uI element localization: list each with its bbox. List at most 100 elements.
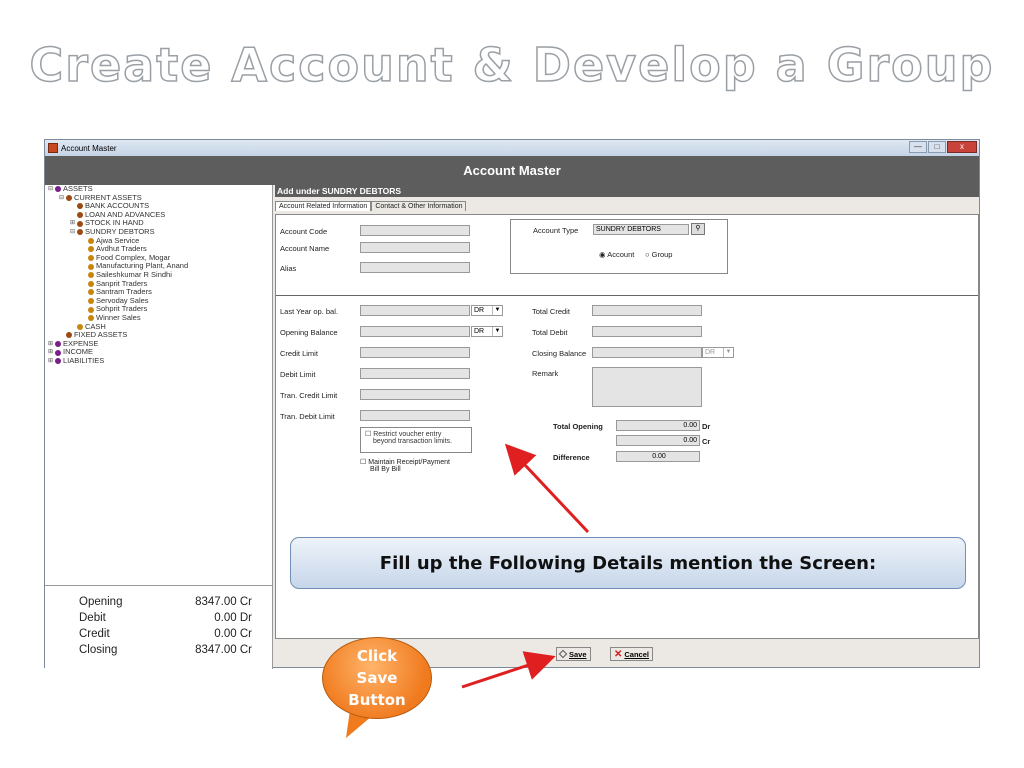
tree-item[interactable]: Saileshkumar R Sindhi	[45, 270, 272, 280]
folder-icon	[88, 298, 94, 305]
chevron-down-icon: ▼	[492, 306, 502, 315]
tree-item[interactable]: Sanprit Traders	[45, 279, 272, 289]
folder-icon	[88, 246, 94, 253]
debit-limit-label: Debit Limit	[280, 370, 316, 379]
opening-balance-input[interactable]	[360, 326, 470, 337]
remark-textarea[interactable]	[592, 367, 702, 407]
radio-account[interactable]: ◉ Account	[599, 250, 634, 259]
total-opening-dr-suffix: Dr	[702, 422, 711, 431]
save-button[interactable]: Save	[556, 647, 591, 661]
tree-item[interactable]: Winner Sales	[45, 313, 272, 323]
tree-item[interactable]: Santram Traders	[45, 288, 272, 297]
account-type-label: Account Type	[533, 226, 579, 235]
account-code-input[interactable]	[360, 225, 470, 236]
main-area: Add under SUNDRY DEBTORS Account Related…	[275, 185, 979, 639]
balance-summary: Opening 8347.00 Cr Debit 0.00 Dr Credit 0.0…	[45, 585, 273, 669]
minimize-button[interactable]: —	[909, 141, 927, 153]
radio-group-label: Group	[651, 250, 673, 259]
opening-drcr-value: DR	[474, 328, 485, 335]
folder-icon	[88, 272, 94, 279]
tran-debit-limit-label: Tran. Debit Limit	[280, 412, 335, 421]
maintain-bill-checkbox[interactable]: ☐ Maintain Receipt/Payment Bill By Bill	[360, 458, 450, 473]
folder-icon	[88, 237, 94, 244]
tree-item[interactable]: Ajwa Service	[45, 236, 272, 246]
alias-label: Alias	[280, 264, 297, 273]
tree-item[interactable]: LOAN AND ADVANCES	[45, 210, 272, 220]
opening-value: 8347.00 Cr	[195, 596, 252, 608]
tree-expander-icon[interactable]: ⊞	[48, 357, 54, 366]
radio-group[interactable]: ○ Group	[645, 250, 672, 259]
folder-icon	[88, 315, 94, 322]
closing-drcr-select[interactable]: DR ▼	[702, 347, 734, 358]
last-year-op-bal-input[interactable]	[360, 305, 470, 316]
tree-item-label: LIABILITIES	[63, 355, 105, 365]
tree-item[interactable]: Sohprit Traders	[45, 305, 272, 314]
account-name-input[interactable]	[360, 242, 470, 253]
closing-value: 8347.00 Cr	[195, 644, 252, 656]
closing-drcr-value: DR	[705, 349, 716, 356]
total-debit-label: Total Debit	[532, 328, 568, 337]
restrict-line1: Restrict voucher entry	[373, 431, 442, 438]
folder-icon	[55, 186, 61, 193]
folder-icon	[77, 203, 83, 210]
slide-title: Create Account & Develop a Group	[29, 37, 995, 93]
chevron-down-icon: ▼	[492, 327, 502, 336]
cancel-icon: ✕	[614, 648, 623, 660]
tab-account-related[interactable]: Account Related Information	[275, 201, 372, 211]
folder-icon	[77, 212, 83, 219]
tree-expander-icon[interactable]: ⊞	[70, 219, 76, 228]
closing-label: Closing	[79, 644, 118, 656]
bubble-line1: Click	[356, 647, 398, 665]
difference-field: 0.00	[616, 451, 700, 462]
opening-drcr-select[interactable]: DR ▼	[471, 326, 503, 337]
tree-expander-icon[interactable]: ⊞	[48, 340, 54, 349]
tab-contact-other[interactable]: Contact & Other Information	[371, 201, 467, 211]
window-titlebar: Account Master — □ x	[45, 140, 979, 156]
tree-item[interactable]: ⊟ CURRENT ASSETS	[45, 193, 272, 203]
header-bar: Account Master	[45, 156, 979, 185]
click-save-bubble: Click Save Button	[322, 637, 432, 719]
folder-icon	[77, 323, 83, 330]
header-title: Account Master	[463, 163, 561, 178]
folder-icon	[88, 280, 94, 287]
alias-input[interactable]	[360, 262, 470, 273]
maintain-line1: Maintain Receipt/Payment	[368, 459, 450, 466]
opening-balance-label: Opening Balance	[280, 328, 338, 337]
credit-limit-input[interactable]	[360, 347, 470, 358]
tran-debit-limit-input[interactable]	[360, 410, 470, 421]
tree-expander-icon[interactable]: ⊟	[48, 185, 54, 194]
folder-icon	[55, 358, 61, 365]
account-type-field[interactable]: SUNDRY DEBTORS	[593, 224, 689, 235]
maintain-line2: Bill By Bill	[370, 466, 401, 473]
tran-credit-limit-input[interactable]	[360, 389, 470, 400]
tree-item[interactable]: ⊞ STOCK IN HAND	[45, 219, 272, 228]
total-credit-label: Total Credit	[532, 307, 570, 316]
search-icon[interactable]: ⚲	[691, 223, 705, 235]
tree-expander-icon[interactable]: ⊟	[70, 228, 76, 237]
bubble-line2: Save	[356, 669, 398, 687]
maximize-button[interactable]: □	[928, 141, 946, 153]
folder-icon	[88, 263, 94, 270]
close-button[interactable]: x	[947, 141, 977, 153]
tree-item[interactable]: Servoday Sales	[45, 296, 272, 306]
tree-item[interactable]: ⊟ SUNDRY DEBTORS	[45, 227, 272, 237]
restrict-voucher-checkbox[interactable]: ☐ Restrict voucher entry beyond transact…	[360, 427, 472, 453]
tree-item[interactable]: ⊞ LIABILITIES	[45, 355, 272, 366]
total-opening-cr-field: 0.00	[616, 435, 700, 446]
restrict-line2: beyond transaction limits.	[373, 438, 452, 445]
folder-icon	[66, 194, 72, 201]
debit-limit-input[interactable]	[360, 368, 470, 379]
cancel-button[interactable]: ✕ Cancel	[610, 647, 653, 661]
debit-label: Debit	[79, 612, 106, 624]
tree-expander-icon[interactable]: ⊞	[48, 348, 54, 357]
tab-bar: Account Related Information Contact & Ot…	[275, 201, 979, 211]
account-type-box: Account Type SUNDRY DEBTORS ⚲ ◉ Account …	[510, 219, 728, 274]
closing-balance-label: Closing Balance	[532, 349, 587, 358]
account-code-label: Account Code	[280, 227, 328, 236]
chevron-down-icon: ▼	[723, 348, 733, 357]
remark-label: Remark	[532, 369, 559, 378]
last-year-drcr-select[interactable]: DR ▼	[471, 305, 503, 316]
tree-expander-icon[interactable]: ⊟	[59, 194, 65, 203]
app-icon	[48, 143, 58, 153]
closing-balance-field	[592, 347, 702, 358]
